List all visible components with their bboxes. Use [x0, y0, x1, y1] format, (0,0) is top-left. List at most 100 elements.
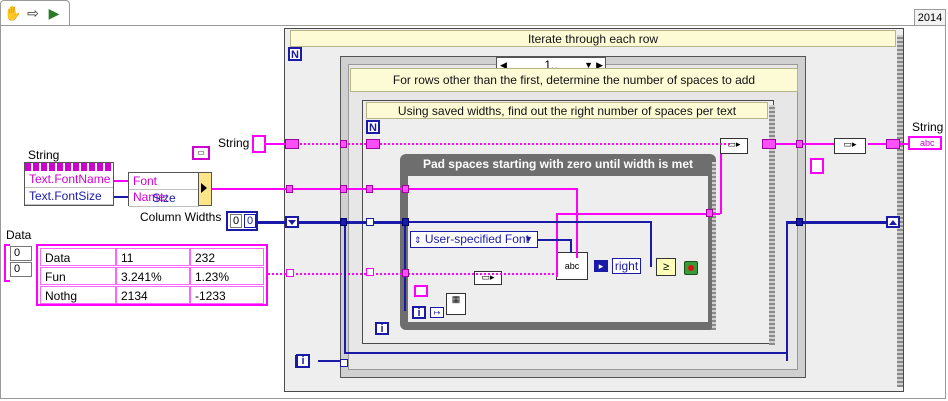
string-case-tunnel: [340, 140, 347, 148]
repeat-string-node[interactable]: ▦: [446, 293, 466, 315]
font-enum-label: User-specified Font: [424, 232, 529, 246]
greater-or-equal-node[interactable]: ≥: [656, 258, 676, 276]
property-font-name[interactable]: Text.FontName: [25, 171, 113, 188]
newline-constant[interactable]: [810, 158, 824, 174]
font-wire: [212, 188, 578, 190]
enum-dropdown-icon[interactable]: ▼: [524, 232, 533, 247]
inner-loop-n-terminal[interactable]: N: [366, 120, 380, 134]
font-wire-down: [576, 188, 578, 258]
data-table[interactable]: Data 11 232 Fun 3.241% 1.23% Nothg 2134 …: [36, 244, 268, 306]
font-tunnel: [286, 185, 293, 193]
font-while-tunnel: [402, 185, 409, 193]
widths-case-out: [796, 218, 803, 226]
string-indicator-text: abc: [920, 138, 935, 148]
data-cell[interactable]: Data: [40, 248, 116, 266]
string-control-terminal[interactable]: [252, 135, 266, 153]
font-case-tunnel: [340, 185, 347, 193]
inner-loop-i-terminal[interactable]: i: [375, 322, 389, 335]
outer-i-terminal-display[interactable]: i: [296, 354, 310, 368]
hand-icon[interactable]: ✋: [4, 5, 21, 21]
justify-constant[interactable]: right: [612, 258, 641, 274]
run-icon[interactable]: ▶: [46, 5, 62, 21]
string-shift-register[interactable]: [762, 139, 776, 149]
unbundle-node[interactable]: ▸: [594, 260, 608, 272]
data-while-tunnel: [402, 269, 409, 277]
column-widths-terminal[interactable]: 0 0: [226, 211, 258, 231]
font-size-wire: [114, 196, 128, 198]
data-cell[interactable]: 232: [190, 248, 264, 266]
outer-loop-title: Iterate through each row: [290, 30, 896, 47]
loop-shadow: [897, 35, 903, 387]
data-cell[interactable]: 1.23%: [190, 267, 264, 285]
string-wire: [265, 143, 285, 145]
string-out-tunnel[interactable]: [886, 139, 900, 149]
outer-loop-n-terminal[interactable]: N: [288, 47, 302, 61]
concat-node-outer[interactable]: ▭▸: [834, 138, 866, 154]
while-loop-shadow: [712, 162, 716, 330]
string-case-out: [796, 140, 803, 148]
data-col-index[interactable]: 0: [10, 262, 32, 277]
widths-index-tunnel: [366, 218, 374, 226]
data-wire: [268, 273, 558, 275]
string-control-label: String: [218, 136, 250, 150]
widths-while-tunnel: [402, 218, 409, 226]
string-wire-dotted: [300, 143, 730, 145]
widths-wire-loop: [786, 221, 788, 361]
enum-arrows-icon: ⇕: [414, 235, 422, 245]
property-node[interactable]: Text.FontName Text.FontSize: [24, 162, 114, 206]
inner-loop-title: Using saved widths, find out the right n…: [366, 102, 768, 119]
font-enum-wire-v: [570, 239, 572, 253]
string-indicator-terminal[interactable]: abc: [908, 136, 942, 150]
property-node-header: String: [28, 148, 60, 162]
string-in-tunnel[interactable]: [285, 139, 299, 149]
data-row-tunnel: [286, 269, 294, 277]
get-text-rect-node[interactable]: abc: [556, 252, 588, 280]
font-enum-wire: [538, 239, 572, 241]
widths-wire-down: [650, 221, 652, 267]
widths-wire-inner: [408, 221, 652, 223]
while-loop-i-terminal[interactable]: i: [412, 306, 426, 319]
space-constant[interactable]: [414, 285, 428, 297]
while-loop-title: Pad spaces starting with zero until widt…: [422, 157, 694, 171]
font-cluster-constant[interactable]: ▭: [192, 146, 210, 160]
concat-node-inner[interactable]: ▭▸: [720, 138, 748, 154]
data-cell[interactable]: 2134: [116, 286, 190, 304]
concat-wire-h: [556, 213, 720, 215]
data-cell[interactable]: -1233: [190, 286, 264, 304]
inner-widths-wire: [404, 221, 406, 311]
data-index-tunnel: [366, 268, 374, 276]
font-inner-tunnel: [366, 185, 373, 193]
concat-wire: [720, 154, 722, 214]
widths-shift-register-right[interactable]: [886, 216, 900, 228]
data-row-index[interactable]: 0: [10, 246, 32, 261]
widths-shift-register-left[interactable]: [285, 216, 299, 228]
bundle-font-name[interactable]: Font Name:: [129, 173, 199, 204]
bundle-output: [198, 172, 212, 206]
i-case-tunnel: [340, 359, 348, 367]
data-cell[interactable]: Nothg: [40, 286, 116, 304]
string-inner-tunnel[interactable]: [366, 139, 380, 149]
widths-case-tunnel: [340, 218, 347, 226]
data-control-label: Data: [6, 228, 32, 242]
column-widths-index[interactable]: 0: [230, 214, 242, 228]
increment-node[interactable]: ↦: [430, 307, 444, 318]
property-font-size[interactable]: Text.FontSize: [25, 188, 113, 205]
string-indicator-label: String: [912, 120, 944, 134]
data-cell[interactable]: Fun: [40, 267, 116, 285]
font-name-wire: [114, 180, 128, 182]
column-widths-value[interactable]: 0: [244, 214, 256, 228]
concat-while-tunnel: [706, 209, 713, 217]
toolbar: ✋ ⇨ ▶: [0, 0, 70, 26]
arrow-icon[interactable]: ⇨: [25, 5, 41, 21]
widths-wire: [258, 221, 408, 224]
property-node-reference: [25, 163, 113, 171]
font-enum-constant[interactable]: ⇕ User-specified Font ▼: [410, 231, 538, 248]
bundle-by-name-node[interactable]: Font Name: Size: [128, 172, 200, 207]
column-widths-label: Column Widths: [140, 210, 222, 224]
data-cell[interactable]: 3.241%: [116, 267, 190, 285]
data-control-bracket: [4, 244, 10, 282]
data-cell[interactable]: 11: [116, 248, 190, 266]
stop-condition-icon[interactable]: [684, 261, 698, 275]
widths-wire-case: [344, 224, 346, 354]
version-label: 2014: [914, 9, 946, 25]
